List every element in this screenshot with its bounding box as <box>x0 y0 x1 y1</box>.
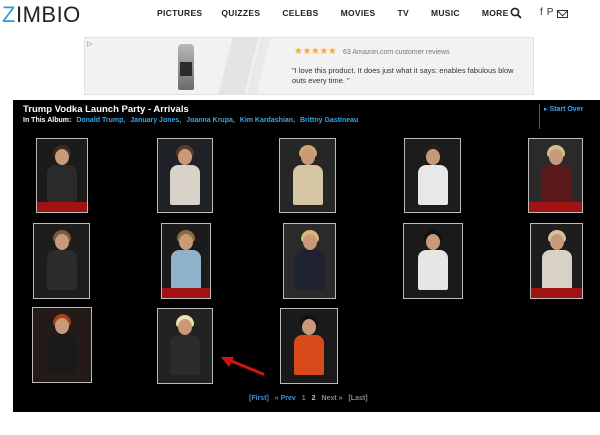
red-arrow-icon <box>221 357 265 376</box>
portrait-face <box>300 149 315 165</box>
mail-icon[interactable] <box>557 9 569 18</box>
pager-current-page: 2 <box>311 395 316 402</box>
portrait-face <box>548 149 563 165</box>
main-nav: PICTURES QUIZZES CELEBS MOVIES TV MUSIC … <box>157 8 531 18</box>
photo-thumbnail[interactable] <box>530 223 583 299</box>
album-people: In This Album: Donald Trump, January Jon… <box>23 117 358 124</box>
photo-thumbnail[interactable] <box>404 138 461 213</box>
review-quote: "I love this product. It does just what … <box>292 66 514 85</box>
portrait-body <box>47 334 77 374</box>
review-count: 63 Amazon.com customer reviews <box>343 49 450 56</box>
photo-thumbnail[interactable] <box>157 308 213 384</box>
photo-thumbnail[interactable] <box>528 138 583 213</box>
portrait-face <box>302 234 317 250</box>
portrait-body <box>417 165 448 205</box>
portrait-face <box>549 234 564 250</box>
portrait-face <box>426 234 440 250</box>
pager-first[interactable]: [First] <box>249 395 269 402</box>
photo-thumbnail[interactable] <box>403 223 463 299</box>
portrait-body <box>292 165 323 205</box>
portrait-face <box>55 149 69 165</box>
in-album-label: In This Album: <box>23 117 72 124</box>
logo-first-letter: Z <box>2 2 16 27</box>
zimbio-logo[interactable]: ZIMBIO <box>2 2 81 28</box>
portrait-body <box>540 165 571 205</box>
pagination: [First] « Prev 1 2 Next » [Last] <box>249 395 372 402</box>
nav-music[interactable]: MUSIC <box>431 8 460 18</box>
product-image[interactable] <box>178 44 194 90</box>
photo-thumbnail[interactable] <box>279 138 336 213</box>
portrait-face <box>179 234 193 250</box>
portrait-body <box>294 335 324 375</box>
pager-page-1[interactable]: 1 <box>302 395 306 402</box>
facebook-icon[interactable]: f <box>540 7 543 19</box>
nav-pictures[interactable]: PICTURES <box>157 8 202 18</box>
person-link-donald-trump[interactable]: Donald Trump, <box>76 117 125 124</box>
ad-choices-icon[interactable]: ▷ <box>87 40 92 48</box>
header-divider <box>539 104 540 129</box>
photo-thumbnail[interactable] <box>33 223 90 299</box>
album-title: Trump Vodka Launch Party - Arrivals <box>23 104 189 115</box>
portrait-body <box>294 250 325 290</box>
nav-movies[interactable]: MOVIES <box>341 8 376 18</box>
photo-thumbnail[interactable] <box>280 308 338 384</box>
photo-gallery: Trump Vodka Launch Party - Arrivals In T… <box>13 100 600 412</box>
nav-tv[interactable]: TV <box>397 8 408 18</box>
person-link-joanna-krupa[interactable]: Joanna Krupa, <box>186 117 235 124</box>
pinterest-icon[interactable]: P <box>547 7 554 19</box>
portrait-body <box>541 250 572 290</box>
top-nav-bar: ZIMBIO PICTURES QUIZZES CELEBS MOVIES TV… <box>0 0 600 30</box>
portrait-face <box>55 318 69 334</box>
portrait-body <box>418 250 448 290</box>
nav-quizzes[interactable]: QUIZZES <box>221 8 260 18</box>
portrait-body <box>171 250 201 290</box>
person-link-kim-kardashian[interactable]: Kim Kardashian, <box>240 117 295 124</box>
red-carpet <box>531 288 582 298</box>
portrait-body <box>170 165 200 205</box>
pager-next: Next » <box>321 395 343 402</box>
red-carpet <box>37 202 87 212</box>
portrait-body <box>47 165 77 205</box>
search-icon[interactable] <box>510 7 522 19</box>
start-over-link[interactable]: ▸ Start Over <box>544 105 583 113</box>
nav-more[interactable]: MORE <box>482 8 509 18</box>
person-link-january-jones[interactable]: January Jones, <box>130 117 181 124</box>
pager-last: [Last] <box>348 395 368 402</box>
photo-thumbnail[interactable] <box>32 307 92 383</box>
nav-celebs[interactable]: CELEBS <box>282 8 318 18</box>
social-links: f P <box>540 7 569 19</box>
photo-thumbnail[interactable] <box>161 223 211 299</box>
red-carpet <box>529 202 582 212</box>
portrait-face <box>178 319 192 335</box>
portrait-face <box>178 149 192 165</box>
portrait-face <box>425 149 440 165</box>
portrait-face <box>302 319 316 335</box>
photo-thumbnail[interactable] <box>283 223 336 299</box>
ad-banner[interactable]: ▷ ★★★★★ 63 Amazon.com customer reviews "… <box>84 37 534 95</box>
portrait-body <box>46 250 77 290</box>
portrait-body <box>170 335 200 375</box>
photo-thumbnail[interactable] <box>157 138 213 213</box>
rating-stars: ★★★★★ <box>294 46 337 57</box>
pager-prev[interactable]: « Prev <box>275 395 296 402</box>
photo-thumbnail[interactable] <box>36 138 88 213</box>
person-link-brittny-gastineau[interactable]: Brittny Gastineau <box>300 117 358 124</box>
logo-rest: IMBIO <box>15 2 81 27</box>
red-carpet <box>162 288 210 298</box>
portrait-face <box>54 234 69 250</box>
